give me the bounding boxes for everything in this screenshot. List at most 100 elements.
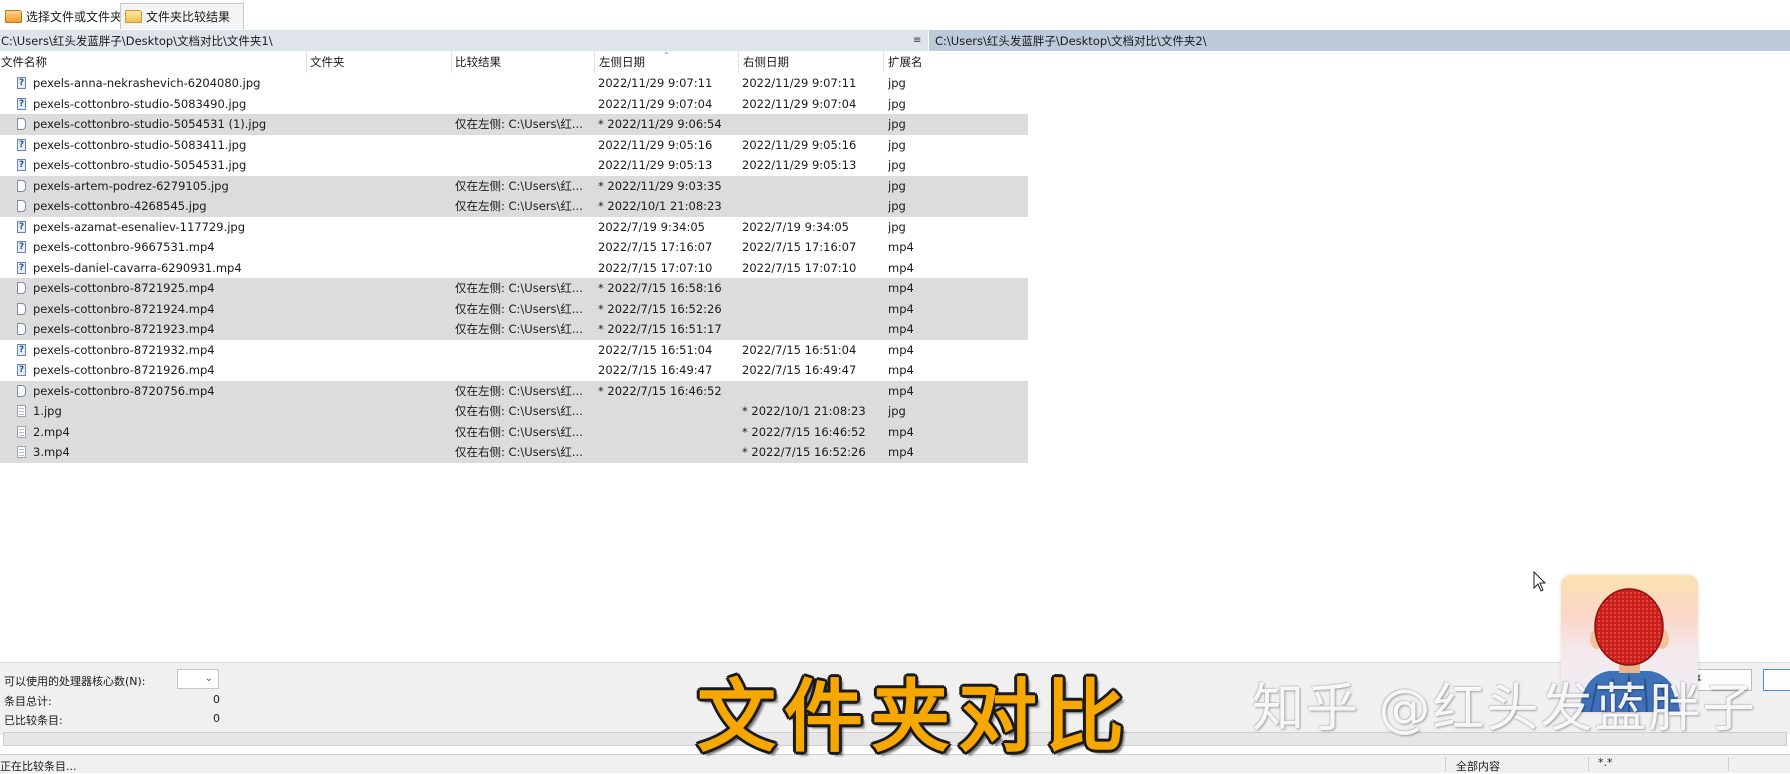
total-items-value: 0 <box>213 693 220 706</box>
table-row[interactable]: ? pexels-daniel-cavarra-6290931.mp4 2022/7… <box>0 258 1028 279</box>
table-row[interactable]: pexels-cottonbro-8721925.mp4 仅在左侧: C:\Use… <box>0 278 1028 299</box>
file-unknown-icon: ? <box>17 364 26 376</box>
column-header-right-date[interactable]: 右侧日期 <box>739 52 884 73</box>
compare-result <box>455 155 595 176</box>
compare-result: 仅在左侧: C:\Users\红... <box>455 301 583 316</box>
file-name: pexels-cottonbro-8721923.mp4 <box>33 322 215 336</box>
status-marker: *.* <box>1598 756 1613 769</box>
left-date: * 2022/11/29 9:06:54 <box>598 117 722 131</box>
compare-result: 仅在左侧: C:\Users\红... <box>455 117 583 131</box>
file-unknown-icon: ? <box>17 97 26 110</box>
table-row[interactable]: pexels-artem-podrez-6279105.jpg 仅在左侧: C:\… <box>0 175 1028 196</box>
total-items-label: 条目总计: <box>4 695 52 708</box>
file-extension: mp4 <box>888 424 914 439</box>
table-row[interactable]: ? pexels-cottonbro-studio-5083411.jpg 2022… <box>0 135 1028 156</box>
left-date: * 2022/7/15 16:52:26 <box>598 301 722 316</box>
stop-button[interactable] <box>1763 669 1790 691</box>
file-name: pexels-azamat-esenaliev-117729.jpg <box>33 219 246 234</box>
table-row[interactable]: ? pexels-cottonbro-8721926.mp4 2022/7/15 1… <box>0 360 1028 381</box>
file-extension: mp4 <box>888 383 914 398</box>
video-caption: 文件夹对比 <box>697 671 1132 763</box>
column-header-extension[interactable]: 扩展名 <box>884 52 1028 73</box>
table-header: 文件名称 文件夹 比较结果 左侧日期 右侧日期 扩展名 ⌄ <box>0 47 1028 73</box>
table-row[interactable]: ? pexels-cottonbro-studio-5083490.jpg 2022… <box>0 94 1028 115</box>
compare-result <box>455 135 595 156</box>
table-row[interactable]: 3.mp4 仅在右侧: C:\Users\红... * 2022/7/15 16:5… <box>0 442 1028 463</box>
right-date: 2022/11/29 9:07:04 <box>742 96 857 111</box>
table-row[interactable]: 2.mp4 仅在右侧: C:\Users\红... * 2022/7/15 16:4… <box>0 421 1028 443</box>
file-extension: mp4 <box>888 342 914 357</box>
status-separator <box>1728 757 1729 771</box>
left-date: * 2022/10/1 21:08:23 <box>598 199 722 213</box>
right-date <box>742 381 882 402</box>
table-row[interactable]: pexels-cottonbro-4268545.jpg 仅在左侧: C:\Use… <box>0 196 1028 217</box>
right-date: 2022/11/29 9:05:13 <box>742 158 857 172</box>
tab-compare-results[interactable]: 文件夹比较结果 <box>120 3 244 29</box>
left-date: 2022/11/29 9:07:04 <box>598 96 713 111</box>
left-date <box>598 442 738 463</box>
tab-label: 选择文件或文件夹 <box>26 10 123 24</box>
file-name: pexels-cottonbro-studio-5083490.jpg <box>33 96 247 111</box>
compare-result <box>455 237 595 258</box>
compare-result: 仅在右侧: C:\Users\红... <box>455 424 583 439</box>
column-header-folder[interactable]: 文件夹 <box>307 52 452 73</box>
table-row[interactable]: pexels-cottonbro-8720756.mp4 仅在左侧: C:\Use… <box>0 380 1028 402</box>
table-row[interactable]: 1.jpg 仅在右侧: C:\Users\红... * 2022/10/1 21:0… <box>0 401 1028 422</box>
file-unknown-icon: ? <box>17 138 26 151</box>
left-only-file-icon <box>17 384 26 397</box>
path-bar: C:\Users\红头发蓝胖子\Desktop\文档对比\文件夹1\ ≡ C:\… <box>0 30 1790 51</box>
left-date: 2022/11/29 9:05:16 <box>598 137 713 152</box>
left-only-file-icon <box>17 302 26 315</box>
column-header-result[interactable]: 比较结果 <box>452 52 595 73</box>
file-name: pexels-cottonbro-8721932.mp4 <box>33 342 215 357</box>
file-name: 3.mp4 <box>33 445 70 459</box>
compare-result <box>455 360 595 381</box>
file-extension: mp4 <box>888 301 914 316</box>
file-extension: jpg <box>888 137 906 152</box>
table-row[interactable]: ? pexels-cottonbro-8721932.mp4 2022/7/15 1… <box>0 340 1028 361</box>
tab-label: 文件夹比较结果 <box>146 10 231 24</box>
file-name: 1.jpg <box>33 404 62 418</box>
tab-select-files[interactable]: 选择文件或文件夹 <box>0 3 124 30</box>
folder-open-icon <box>125 10 142 23</box>
compare-result: 仅在左侧: C:\Users\红... <box>455 383 583 398</box>
right-date: 2022/11/29 9:07:11 <box>742 76 857 90</box>
file-extension: jpg <box>888 76 906 90</box>
column-header-name[interactable]: 文件名称 <box>0 52 307 73</box>
folder-icon <box>5 10 22 23</box>
compared-items-value: 0 <box>213 712 220 725</box>
compare-result: 仅在左侧: C:\Users\红... <box>455 178 583 193</box>
left-date: 2022/7/15 16:49:47 <box>598 363 713 377</box>
table-row[interactable]: pexels-cottonbro-8721924.mp4 仅在左侧: C:\Use… <box>0 298 1028 320</box>
right-only-file-icon <box>17 425 26 438</box>
table-row[interactable]: ? pexels-cottonbro-9667531.mp4 2022/7/15 1… <box>0 237 1028 258</box>
cores-select[interactable]: ⌄ <box>177 669 219 689</box>
left-folder-path[interactable]: C:\Users\红头发蓝胖子\Desktop\文档对比\文件夹1\ <box>0 30 928 51</box>
table-body: ? pexels-anna-nekrashevich-6204080.jpg 202… <box>0 73 1028 463</box>
status-separator <box>1445 757 1446 771</box>
right-date <box>742 299 882 320</box>
comparison-table: 文件名称 文件夹 比较结果 左侧日期 右侧日期 扩展名 ⌄ ? pexels-an… <box>0 47 1028 463</box>
file-extension: jpg <box>888 178 906 193</box>
file-extension: mp4 <box>888 240 914 254</box>
right-date: 2022/7/15 16:49:47 <box>742 363 857 377</box>
table-row[interactable]: pexels-cottonbro-8721923.mp4 仅在左侧: C:\Use… <box>0 319 1028 340</box>
table-row[interactable]: ? pexels-anna-nekrashevich-6204080.jpg 202… <box>0 73 1028 94</box>
left-date: 2022/7/19 9:34:05 <box>598 219 705 234</box>
file-extension: mp4 <box>888 322 914 336</box>
right-folder-path[interactable]: C:\Users\红头发蓝胖子\Desktop\文档对比\文件夹2\ <box>929 30 1790 51</box>
file-name: pexels-cottonbro-9667531.mp4 <box>33 240 215 254</box>
left-date <box>598 422 738 443</box>
file-name: pexels-cottonbro-8721924.mp4 <box>33 301 215 316</box>
compare-result: 仅在右侧: C:\Users\红... <box>455 445 583 459</box>
compare-result <box>455 73 595 94</box>
table-row[interactable]: ? pexels-cottonbro-studio-5054531.jpg 2022… <box>0 155 1028 176</box>
file-name: pexels-cottonbro-studio-5054531.jpg <box>33 158 247 172</box>
right-only-file-icon <box>17 405 26 417</box>
table-row[interactable]: pexels-cottonbro-studio-5054531 (1).jpg 仅… <box>0 114 1028 135</box>
watermark: 知乎 @红头发蓝胖子 <box>1252 679 1757 739</box>
path-splitter-handle[interactable]: ≡ <box>913 35 921 46</box>
file-name: 2.mp4 <box>33 424 70 439</box>
table-row[interactable]: ? pexels-azamat-esenaliev-117729.jpg 2022/… <box>0 217 1028 238</box>
left-date: 2022/11/29 9:07:11 <box>598 76 713 90</box>
